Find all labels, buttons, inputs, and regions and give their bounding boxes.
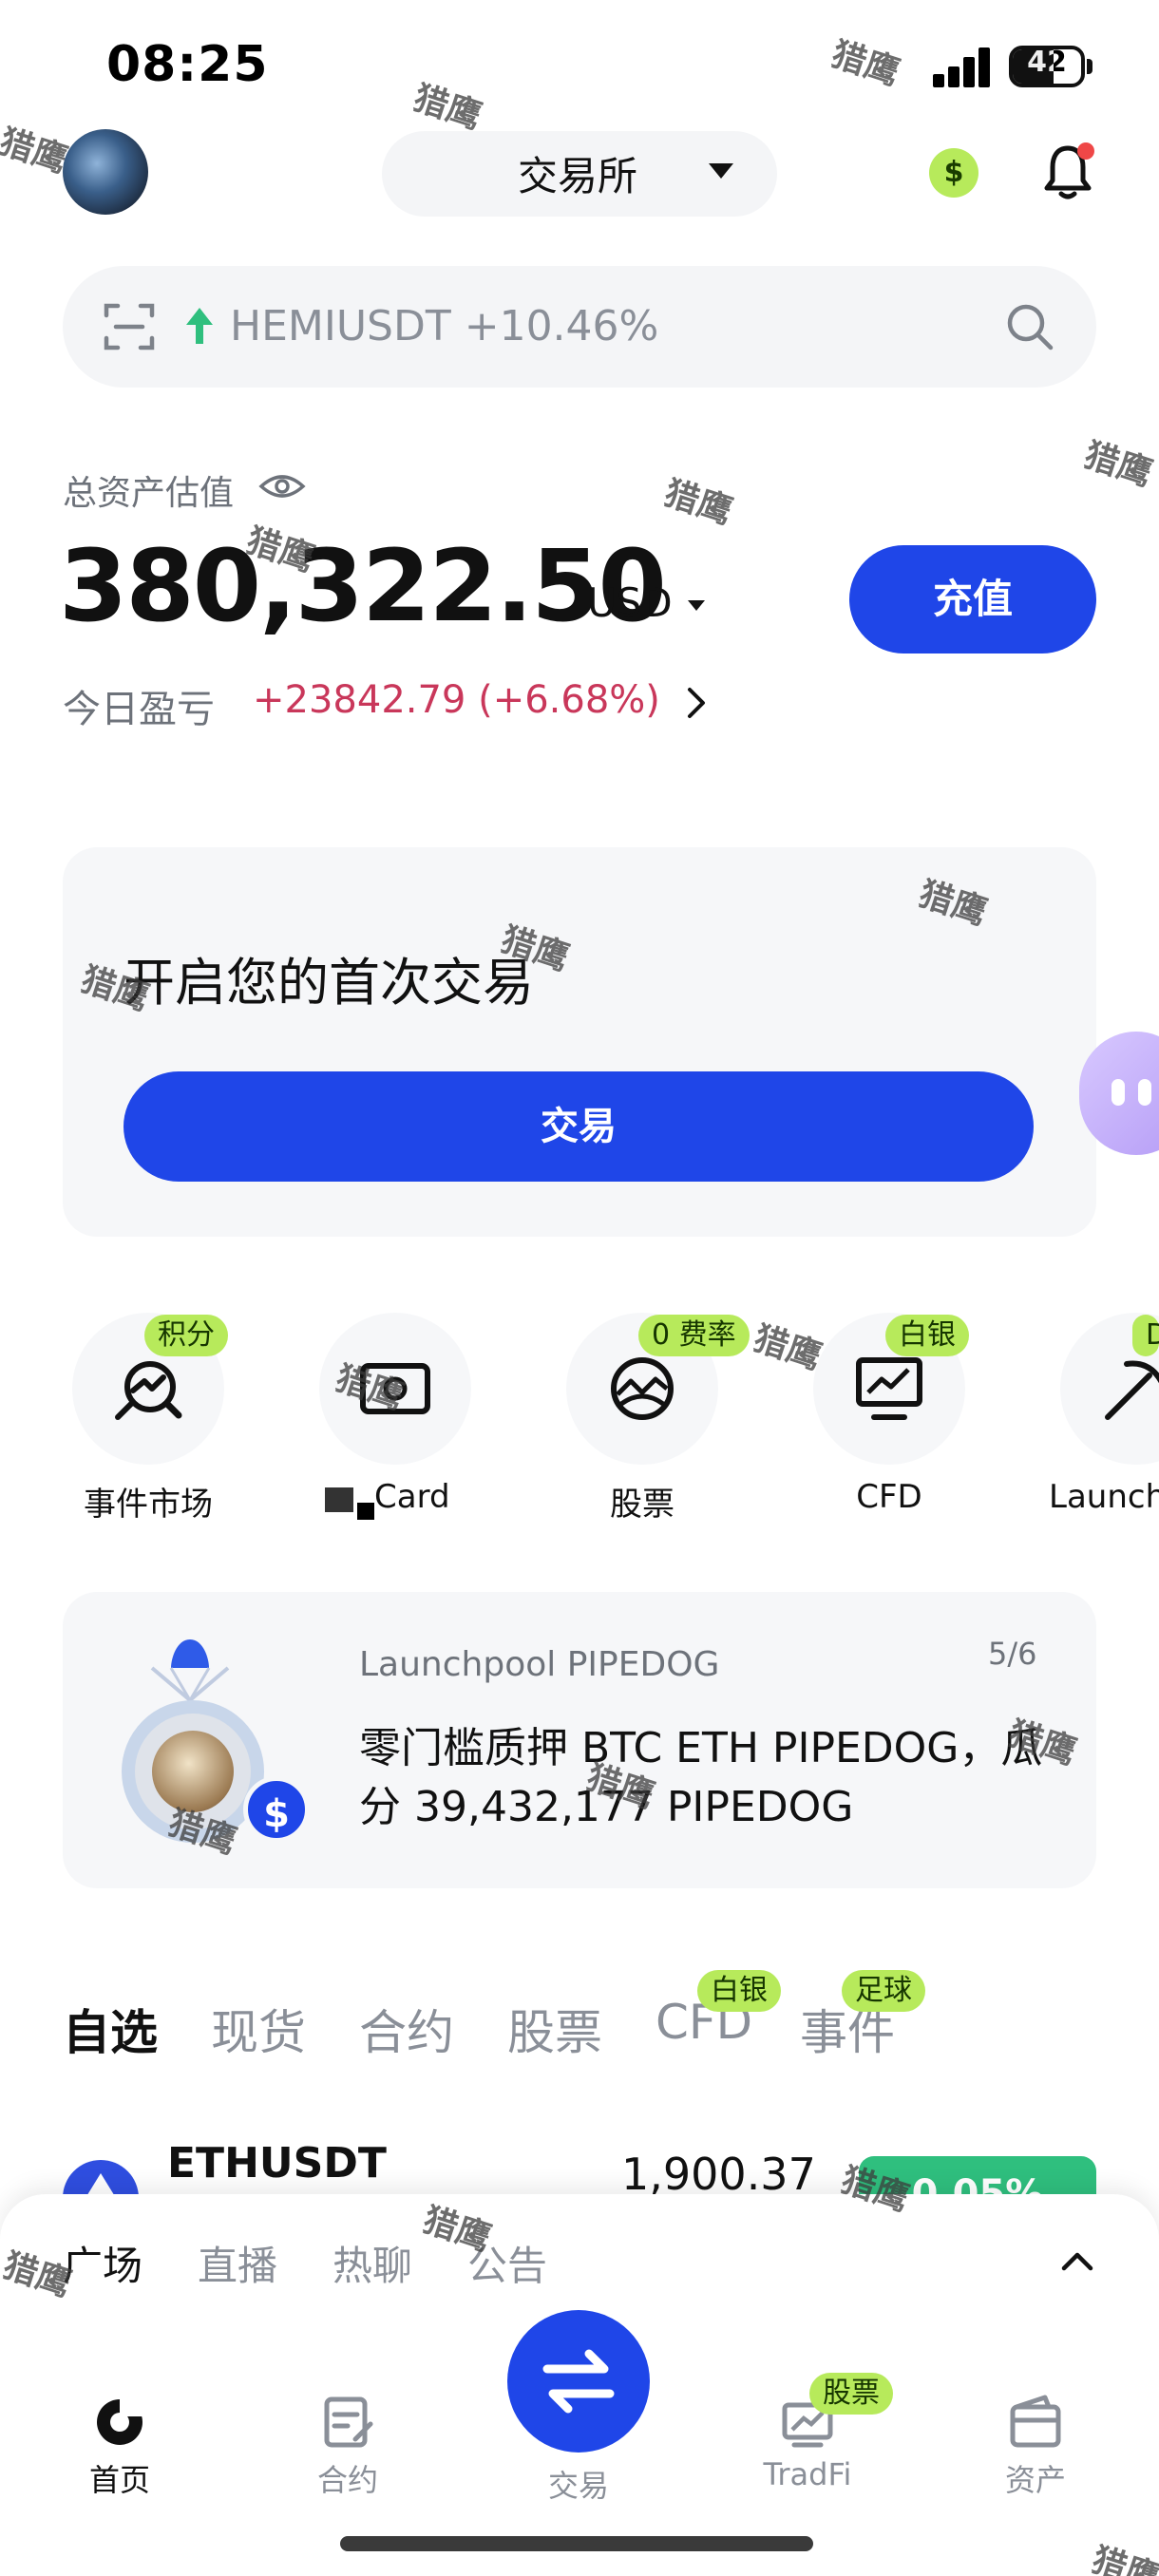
watermark: 猎鹰 bbox=[1079, 435, 1157, 494]
launchpool-description: 零门槛质押 BTC ETH PIPEDOG，瓜分 39,432,177 PIPE… bbox=[359, 1724, 1043, 1831]
daily-pnl-value[interactable]: +23842.79 (+6.68%) bbox=[253, 678, 660, 722]
chevron-right-icon[interactable] bbox=[686, 686, 707, 720]
parachute-icon bbox=[150, 1639, 230, 1703]
total-assets-value: 380,322.50 bbox=[59, 528, 667, 644]
shortcut-label: Launch bbox=[1049, 1478, 1159, 1516]
home-indicator bbox=[340, 2536, 813, 2551]
sheet-tab-hotchat[interactable]: 热聊 bbox=[332, 2234, 412, 2292]
deposit-button[interactable]: 充值 bbox=[849, 545, 1096, 653]
home-icon bbox=[97, 2399, 144, 2445]
swap-icon bbox=[542, 2349, 615, 2414]
trade-button[interactable]: 交易 bbox=[124, 1071, 1034, 1182]
nav-label: TradFi bbox=[763, 2456, 852, 2492]
tab-favorites[interactable]: 自选 bbox=[63, 1995, 158, 2063]
avatar[interactable] bbox=[63, 129, 148, 215]
shortcut-label: CFD bbox=[856, 1478, 922, 1516]
search-ticker-text: HEMIUSDT +10.46% bbox=[230, 302, 659, 350]
wallet-icon bbox=[1010, 2395, 1061, 2448]
first-trade-title: 开启您的首次交易 bbox=[124, 953, 534, 1013]
search-icon[interactable] bbox=[1003, 300, 1056, 353]
nav-home[interactable]: 首页 bbox=[53, 2394, 186, 2500]
tab-spot[interactable]: 现货 bbox=[211, 1995, 306, 2063]
watermark: 猎鹰 bbox=[749, 1318, 826, 1377]
status-time: 08:25 bbox=[106, 36, 269, 93]
market-row-price: 1,900.37 bbox=[621, 2149, 816, 2200]
launchpool-title: Launchpool PIPEDOG bbox=[359, 1645, 720, 1684]
shortcut-label: 股票 bbox=[610, 1486, 674, 1524]
watermark: 猎鹰 bbox=[408, 78, 486, 137]
trend-up-arrow-icon bbox=[186, 308, 213, 344]
watermark: 猎鹰 bbox=[826, 34, 904, 93]
nav-label: 交易 bbox=[547, 2468, 609, 2504]
globe-chart-icon bbox=[611, 1357, 674, 1420]
pickaxe-icon bbox=[1105, 1360, 1159, 1420]
shortcut-badge: 0 费率 bbox=[638, 1315, 750, 1356]
dollar-coin-icon: $ bbox=[243, 1776, 310, 1843]
contract-icon bbox=[324, 2396, 373, 2448]
shortcut-badge: 积分 bbox=[144, 1315, 228, 1356]
currency-selector[interactable]: USD bbox=[587, 579, 673, 626]
monitor-chart-icon bbox=[856, 1357, 922, 1420]
nav-label: 资产 bbox=[1004, 2462, 1066, 2498]
battery-level: 42 bbox=[1027, 46, 1067, 79]
dollar-icon[interactable]: $ bbox=[929, 148, 978, 198]
chevron-up-icon[interactable] bbox=[1058, 2242, 1096, 2280]
total-assets-label: 总资产估值 bbox=[63, 474, 235, 513]
caret-down-icon bbox=[709, 163, 733, 179]
eye-icon[interactable] bbox=[258, 471, 306, 502]
nav-label: 首页 bbox=[88, 2462, 150, 2498]
tab-futures[interactable]: 合约 bbox=[359, 1995, 454, 2063]
exchange-label: 交易所 bbox=[518, 153, 638, 199]
shortcut-label: 事件市场 bbox=[84, 1486, 213, 1524]
carousel-page-indicator: 5/6 bbox=[988, 1636, 1037, 1672]
daily-pnl-label: 今日盈亏 bbox=[63, 688, 215, 731]
market-row-symbol[interactable]: ETHUSDT bbox=[167, 2139, 387, 2188]
swap-button[interactable] bbox=[507, 2310, 650, 2453]
watermark: 猎鹰 bbox=[659, 473, 737, 532]
tab-stocks[interactable]: 股票 bbox=[507, 1995, 602, 2063]
tab-badge: 足球 bbox=[842, 1970, 925, 2012]
scan-icon[interactable] bbox=[103, 300, 156, 353]
shortcut-badge-clip: D bbox=[1132, 1315, 1159, 1356]
notification-dot bbox=[1077, 142, 1094, 160]
nav-contract[interactable]: 合约 bbox=[281, 2394, 414, 2500]
shortcut-badge: D bbox=[1132, 1315, 1159, 1356]
nav-label: 合约 bbox=[316, 2462, 378, 2498]
caret-down-icon bbox=[688, 600, 705, 611]
shortcut-label: Card bbox=[374, 1478, 450, 1516]
chart-search-icon bbox=[115, 1361, 182, 1420]
nav-badge: 股票 bbox=[809, 2373, 893, 2415]
shortcut-badge: 白银 bbox=[885, 1315, 969, 1356]
tab-badge: 白银 bbox=[697, 1970, 781, 2012]
nav-assets[interactable]: 资产 bbox=[969, 2394, 1102, 2500]
sheet-tab-live[interactable]: 直播 bbox=[198, 2234, 277, 2292]
signal-icon bbox=[933, 47, 992, 87]
battery-icon: 42 bbox=[1009, 46, 1092, 87]
